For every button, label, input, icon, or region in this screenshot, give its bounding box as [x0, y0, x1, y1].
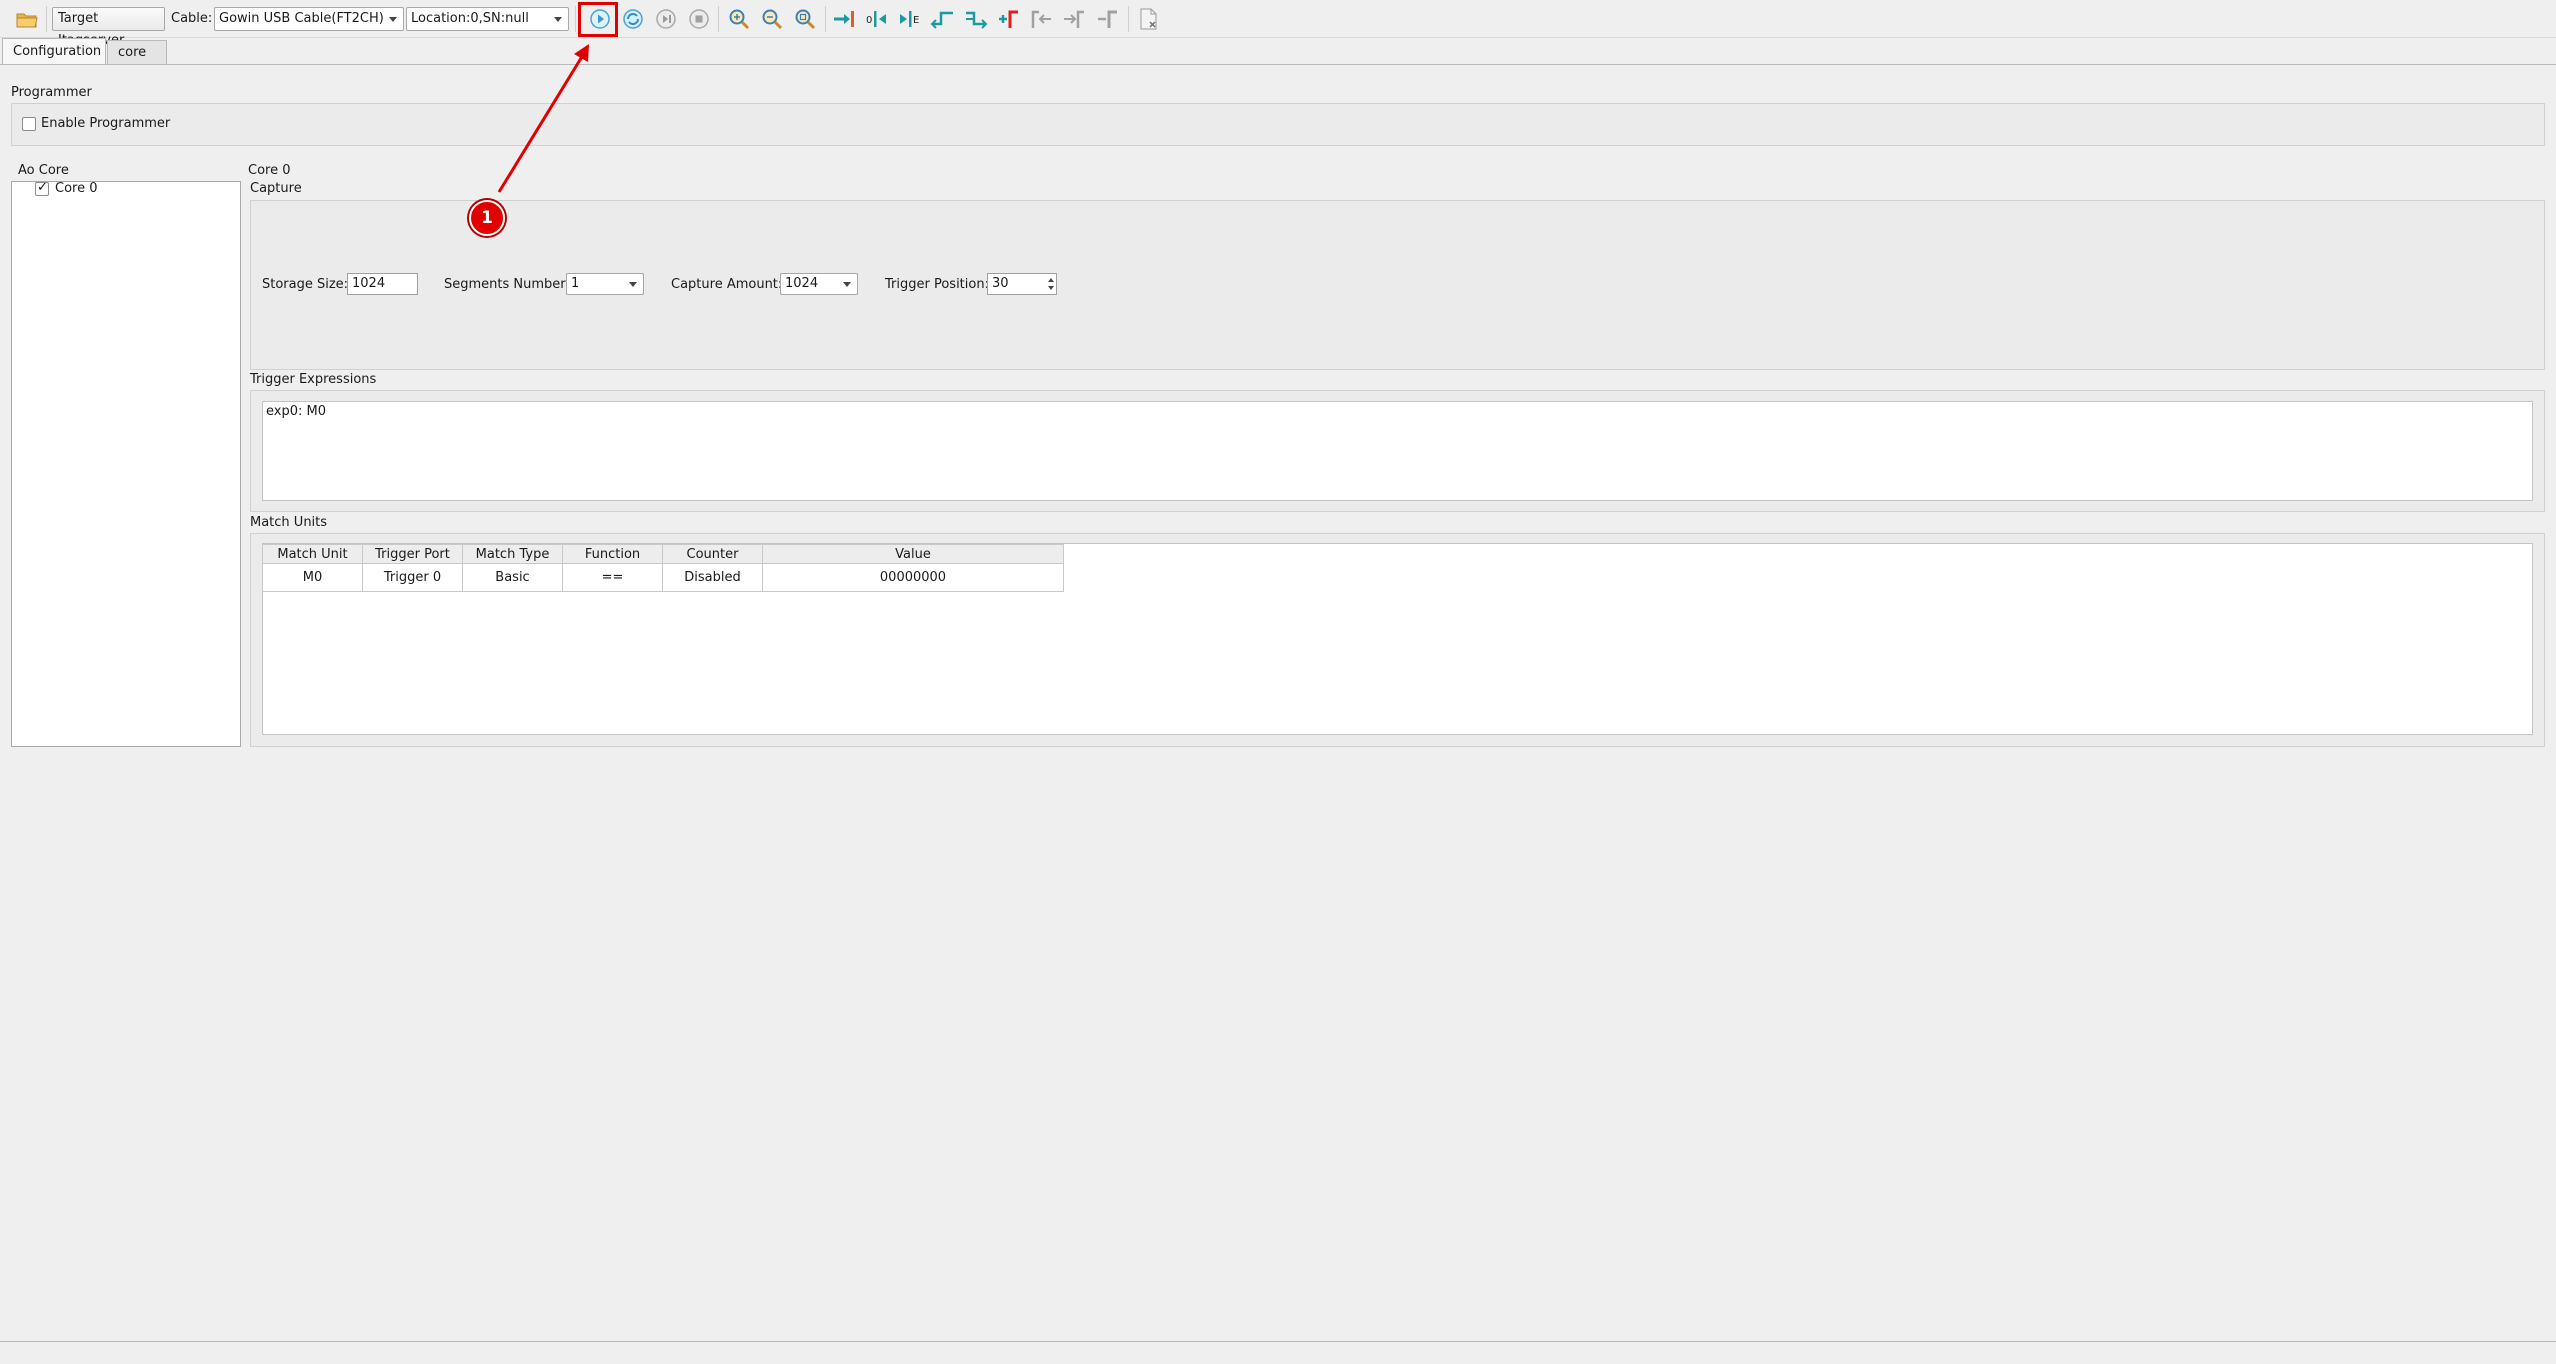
trigger-position-value: 30	[992, 276, 1009, 291]
core-0-checkbox[interactable]	[35, 180, 49, 196]
trigger-position-spinbox[interactable]: 30	[987, 273, 1057, 295]
storage-size-input[interactable]: 1024	[347, 273, 418, 295]
go-to-zero-icon[interactable]: 0	[864, 6, 890, 32]
match-units-table: Match Unit Trigger Port Match Type Funct…	[262, 544, 1064, 592]
column-header[interactable]: Value	[762, 544, 1064, 564]
programmer-title: Programmer	[11, 85, 92, 100]
capture-title: Capture	[250, 181, 302, 196]
enable-programmer-checkbox[interactable]	[22, 117, 36, 131]
go-to-end-icon[interactable]: E	[897, 6, 923, 32]
capture-amount-select[interactable]: 1024	[780, 273, 858, 295]
status-bar	[0, 1342, 2556, 1364]
match-units-title: Match Units	[250, 515, 328, 530]
tab-bar: Configuration core 0	[0, 38, 2556, 84]
trigger-immediate-icon[interactable]	[653, 6, 679, 32]
zoom-fit-icon[interactable]	[792, 6, 818, 32]
column-header[interactable]: Counter	[662, 544, 763, 564]
cable-select[interactable]: Gowin USB Cable(FT2CH)	[214, 7, 404, 31]
auto-run-icon[interactable]	[620, 6, 646, 32]
table-row[interactable]: M0 Trigger 0 Basic == Disabled 00000000	[262, 563, 1064, 592]
next-marker-icon[interactable]	[1062, 6, 1088, 32]
core-title: Core 0	[248, 163, 291, 178]
capture-amount-label: Capture Amount:	[671, 277, 783, 292]
segments-number-select[interactable]: 1	[566, 273, 644, 295]
trigger-position-label: Trigger Position:	[885, 277, 989, 292]
toolbar: Target Jtagserver Cable: Gowin USB Cable…	[0, 0, 2556, 48]
target-jtagserver-button[interactable]: Target Jtagserver	[52, 7, 165, 48]
trigger-expression-text: exp0: M0	[266, 404, 326, 419]
column-header[interactable]: Match Type	[462, 544, 563, 564]
capture-amount-value: 1024	[785, 276, 819, 291]
enable-programmer-label: Enable Programmer	[41, 116, 171, 131]
segments-number-value: 1	[571, 276, 580, 291]
table-cell[interactable]: Trigger 0	[362, 563, 463, 592]
core-0-tree-item[interactable]: Core 0	[55, 181, 98, 196]
storage-size-label: Storage Size:	[262, 277, 349, 292]
segments-number-label: Segments Number:	[444, 277, 570, 292]
previous-edge-icon[interactable]	[930, 6, 956, 32]
column-header[interactable]: Function	[562, 544, 663, 564]
stop-icon[interactable]	[686, 6, 712, 32]
column-header[interactable]: Trigger Port	[362, 544, 463, 564]
chevron-down-icon	[389, 17, 397, 22]
ao-core-title: Ao Core	[18, 163, 69, 178]
highlight-box	[578, 2, 618, 37]
tab-configuration[interactable]: Configuration	[2, 38, 106, 65]
table-cell[interactable]: Basic	[462, 563, 563, 592]
zoom-out-icon[interactable]	[759, 6, 785, 32]
chevron-down-icon	[843, 282, 851, 287]
table-cell[interactable]: M0	[262, 563, 363, 592]
tab-core-0[interactable]: core 0	[107, 40, 167, 84]
table-cell[interactable]: 00000000	[762, 563, 1064, 592]
export-document-icon[interactable]	[1135, 6, 1161, 32]
chevron-down-icon	[554, 17, 562, 22]
go-to-trigger-icon[interactable]	[831, 6, 857, 32]
chevron-down-icon	[629, 282, 637, 287]
spin-up-icon[interactable]	[1048, 278, 1054, 282]
open-folder-icon[interactable]	[14, 6, 40, 32]
table-header-row: Match Unit Trigger Port Match Type Funct…	[262, 544, 1064, 564]
location-select[interactable]: Location:0,SN:null	[406, 7, 569, 31]
remove-marker-icon[interactable]	[1095, 6, 1121, 32]
trigger-expressions-textarea[interactable]: exp0: M0	[262, 401, 2533, 501]
table-cell[interactable]: ==	[562, 563, 663, 592]
svg-text:0: 0	[866, 15, 872, 26]
programmer-group	[11, 103, 2545, 146]
column-header[interactable]: Match Unit	[262, 544, 363, 564]
add-marker-icon[interactable]	[996, 6, 1022, 32]
zoom-in-icon[interactable]	[726, 6, 752, 32]
location-select-value: Location:0,SN:null	[411, 11, 529, 26]
previous-marker-icon[interactable]	[1029, 6, 1055, 32]
trigger-expressions-title: Trigger Expressions	[250, 372, 377, 387]
svg-text:E: E	[913, 15, 919, 26]
ao-core-tree	[11, 181, 241, 747]
cable-select-value: Gowin USB Cable(FT2CH)	[219, 11, 384, 26]
cable-label: Cable:	[171, 11, 213, 26]
next-edge-icon[interactable]	[963, 6, 989, 32]
table-cell[interactable]: Disabled	[662, 563, 763, 592]
spin-down-icon[interactable]	[1048, 286, 1054, 290]
step-marker: 1	[469, 200, 505, 236]
